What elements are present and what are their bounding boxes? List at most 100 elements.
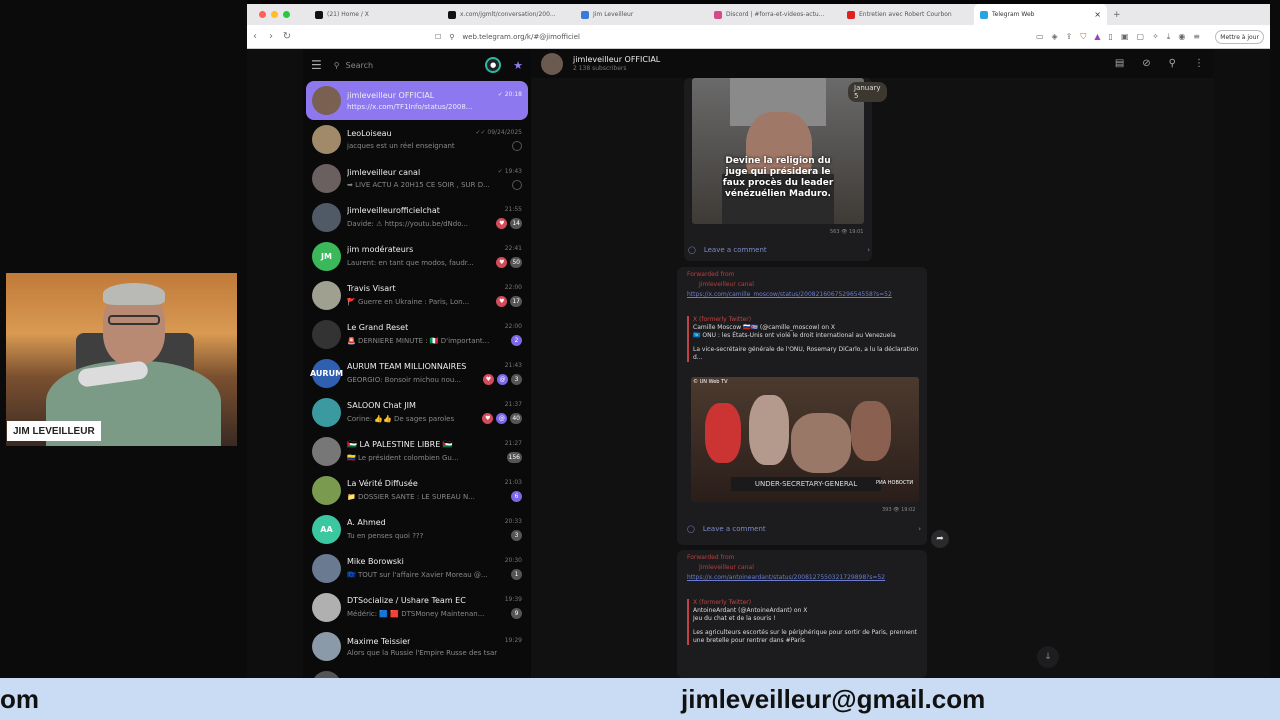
tab-favicon-icon xyxy=(714,10,722,19)
chat-list-item[interactable]: jimleveilleur OFFICIAL ✓ 20:18 https://x.c… xyxy=(306,81,528,120)
url-field[interactable]: ☐ ⚲ web.telegram.org/k/#@jimofficiel xyxy=(435,33,580,41)
post-link[interactable]: https://x.com/camille_moscow/status/2008… xyxy=(687,291,922,299)
chat-time: ✓✓ 09/24/2025 xyxy=(475,128,522,136)
chat-list-item[interactable]: SALOON Chat JIM 21:37 Corine: 👍👍 De sages … xyxy=(306,393,528,432)
date-pill: January 5 xyxy=(848,82,887,102)
unread-count-badge: 14 xyxy=(510,218,522,229)
channel-avatar[interactable] xyxy=(541,52,563,75)
chat-list-item[interactable]: La Vérité Diffusée 21:03 📁 DOSSIER SANTÉ :… xyxy=(306,471,528,510)
chat-top-row: Maxime Teissier 19:29 xyxy=(347,637,522,646)
chat-list-item[interactable]: LeoLoiseau ✓✓ 09/24/2025 jacques est un ré… xyxy=(306,120,528,159)
link-preview[interactable]: X (formerly Twitter) Camille Moscow 🇷🇺🇨🇺… xyxy=(687,316,919,362)
update-button[interactable]: Mettre à jour xyxy=(1215,30,1264,44)
browser-tab[interactable]: Telegram Web × xyxy=(974,4,1107,25)
forwarded-post[interactable]: Forwarded from Jimleveilleur canal https… xyxy=(677,550,927,678)
pinned-icon xyxy=(512,140,522,151)
chat-list-item[interactable]: Le Grand Reset 22:00 🚨 DERNIERE MINUTE : 🇮… xyxy=(306,315,528,354)
close-tab-icon[interactable]: × xyxy=(1094,10,1101,19)
post-link[interactable]: https://x.com/antoineardant/status/20081… xyxy=(687,574,922,582)
mute-icon[interactable]: ⊘ xyxy=(1142,58,1150,69)
sidebar-toggle-icon[interactable]: ▯ xyxy=(1109,32,1113,42)
chat-body: Maxime Teissier 19:29 Alors que la Russie … xyxy=(347,637,522,657)
minimize-window-button[interactable] xyxy=(271,11,278,18)
tab-label: Entretien avec Robert Courbon xyxy=(859,11,952,18)
brave-shield-icon[interactable]: ⛉ xyxy=(1080,32,1086,42)
forwarded-source[interactable]: Jimleveilleur canal xyxy=(699,564,754,571)
close-window-button[interactable] xyxy=(259,11,266,18)
video-banner: UNDER-SECRETARY-GENERAL xyxy=(731,477,881,491)
url-text: web.telegram.org/k/#@jimofficiel xyxy=(462,32,580,41)
post-message[interactable]: Devine la religion du juge qui présidera… xyxy=(684,78,887,261)
download-icon[interactable]: ⤓ xyxy=(1167,32,1171,42)
window-icon[interactable]: ▢ xyxy=(1137,32,1145,42)
chat-list-item[interactable]: DTSocialize / Ushare Team EC 19:39 Médéric… xyxy=(306,588,528,627)
preview-video[interactable]: © UN Web TV UNDER-SECRETARY-GENERAL РИА … xyxy=(691,377,919,502)
share-forward-icon[interactable]: ➦ xyxy=(931,530,949,548)
forward-icon[interactable]: › xyxy=(263,31,279,42)
browser-tab[interactable]: (21) Home / X xyxy=(309,4,442,25)
post-image[interactable] xyxy=(692,78,864,224)
scroll-down-icon[interactable]: ↓ xyxy=(1037,646,1059,668)
hamburger-menu-icon[interactable]: ☰ xyxy=(311,58,322,72)
leave-comment-button[interactable]: ◯ Leave a comment › xyxy=(688,246,870,254)
share-icon[interactable]: ⇪ xyxy=(1066,32,1073,42)
chat-list-item[interactable]: 🇵🇸 LA PALESTINE LIBRE 🇵🇸 21:27 🇨🇴 Le prési… xyxy=(306,432,528,471)
channel-info[interactable]: jimleveilleur OFFICIAL 2 138 subscribers xyxy=(573,55,660,72)
menu-lines-icon[interactable]: ≡ xyxy=(1193,32,1200,42)
chat-badges: ♥ @40 xyxy=(482,413,522,424)
wallet-icon[interactable]: ▣ xyxy=(1121,32,1129,42)
more-menu-icon[interactable]: ⋮ xyxy=(1194,58,1204,69)
chat-list-item[interactable]: JM jim modérateurs 22:41 Laurent: en tant q… xyxy=(306,237,528,276)
chat-name: jimleveilleur OFFICIAL xyxy=(347,90,435,100)
chat-list-item[interactable]: Mike Borowski 20:30 🇪🇺 TOUT sur l'affaire … xyxy=(306,549,528,588)
chat-list-item[interactable]: Travis Visart 22:00 🚩 Guerre en Ukraine : … xyxy=(306,276,528,315)
chat-time: 21:27 xyxy=(504,440,522,447)
header-actions: ▤ ⊘ ⚲ ⋮ xyxy=(1115,58,1204,69)
forwarded-source[interactable]: Jimleveilleur canal xyxy=(699,281,754,288)
chat-list-item[interactable]: Jimleveilleur canal ✓ 19:43 ➡ LIVE ACTU A … xyxy=(306,159,528,198)
chat-list-item[interactable]: AA A. Ahmed 20:33 Tu en penses quoi ??? 3 xyxy=(306,510,528,549)
reload-icon[interactable]: ↻ xyxy=(279,31,295,42)
forwarded-post[interactable]: Forwarded from Jimleveilleur canal https… xyxy=(677,267,927,545)
cast-icon[interactable]: ▭ xyxy=(1036,32,1044,42)
search-input[interactable]: ⚲ Search xyxy=(334,61,473,70)
new-tab-button[interactable]: + xyxy=(1113,10,1121,20)
chat-badges: 1 xyxy=(511,569,522,580)
chat-preview: 📁 DOSSIER SANTÉ : LE SUREAU N... xyxy=(347,492,475,501)
comments-icon[interactable]: ▤ xyxy=(1115,58,1124,69)
vpn-icon[interactable]: ◉ xyxy=(1178,32,1185,42)
extension-icon[interactable]: ◈ xyxy=(1052,32,1058,42)
chat-list-item[interactable]: Maxime Teissier 19:29 Alors que la Russie … xyxy=(306,627,528,666)
chat-preview: 🚩 Guerre en Ukraine : Paris, Lon... xyxy=(347,297,470,306)
star-icon[interactable]: ★ xyxy=(513,59,523,72)
unread-count-badge: 3 xyxy=(511,374,522,385)
video-source-tag: © UN Web TV xyxy=(693,379,728,385)
back-icon[interactable]: ‹ xyxy=(247,31,263,42)
preview-line2: Les agriculteurs escortés sur le périphé… xyxy=(693,629,917,644)
story-icon[interactable]: ● xyxy=(485,57,502,73)
rewards-icon[interactable]: ▲ xyxy=(1094,32,1100,42)
chat-top-row: 🇵🇸 LA PALESTINE LIBRE 🇵🇸 21:27 xyxy=(347,440,522,449)
chat-bottom-row: Médéric: 🟦 🟥 DTSMoney Maintenan... 9 xyxy=(347,608,522,619)
leave-comment-button[interactable]: ◯ Leave a comment › xyxy=(687,525,921,533)
chat-badges: ♥ 17 xyxy=(496,296,522,307)
browser-tab[interactable]: Discord | #forra-et-videos-actu... xyxy=(708,4,841,25)
chat-list-item[interactable]: AURUM AURUM TEAM MILLIONNAIRES 21:43 GEORGI… xyxy=(306,354,528,393)
unread-count-badge: 17 xyxy=(510,296,522,307)
reaction-heart-badge: ♥ xyxy=(496,296,508,307)
maximize-window-button[interactable] xyxy=(283,11,290,18)
comment-icon: ◯ xyxy=(688,246,696,254)
leo-icon[interactable]: ✧ xyxy=(1152,32,1159,42)
chevron-right-icon: › xyxy=(867,246,870,254)
link-preview[interactable]: X (formerly Twitter) AntoineArdant (@Ant… xyxy=(687,599,919,645)
desktop-background-right xyxy=(1270,0,1280,678)
browser-tab[interactable]: Jim Leveilleur xyxy=(575,4,708,25)
preview-line1: Jeu du chat et de la souris ! xyxy=(693,615,776,622)
browser-tab[interactable]: Entretien avec Robert Courbon xyxy=(841,4,974,25)
chat-list-item[interactable]: Jimleveilleurofficielchat 21:55 Davide: ⚠ … xyxy=(306,198,528,237)
search-channel-icon[interactable]: ⚲ xyxy=(1169,58,1176,69)
browser-tab[interactable]: x.com/jgmlt/conversation/200... xyxy=(442,4,575,25)
chat-time: 21:43 xyxy=(504,362,522,369)
tab-label: (21) Home / X xyxy=(327,11,369,18)
bookmark-icon[interactable]: ☐ xyxy=(435,33,441,41)
